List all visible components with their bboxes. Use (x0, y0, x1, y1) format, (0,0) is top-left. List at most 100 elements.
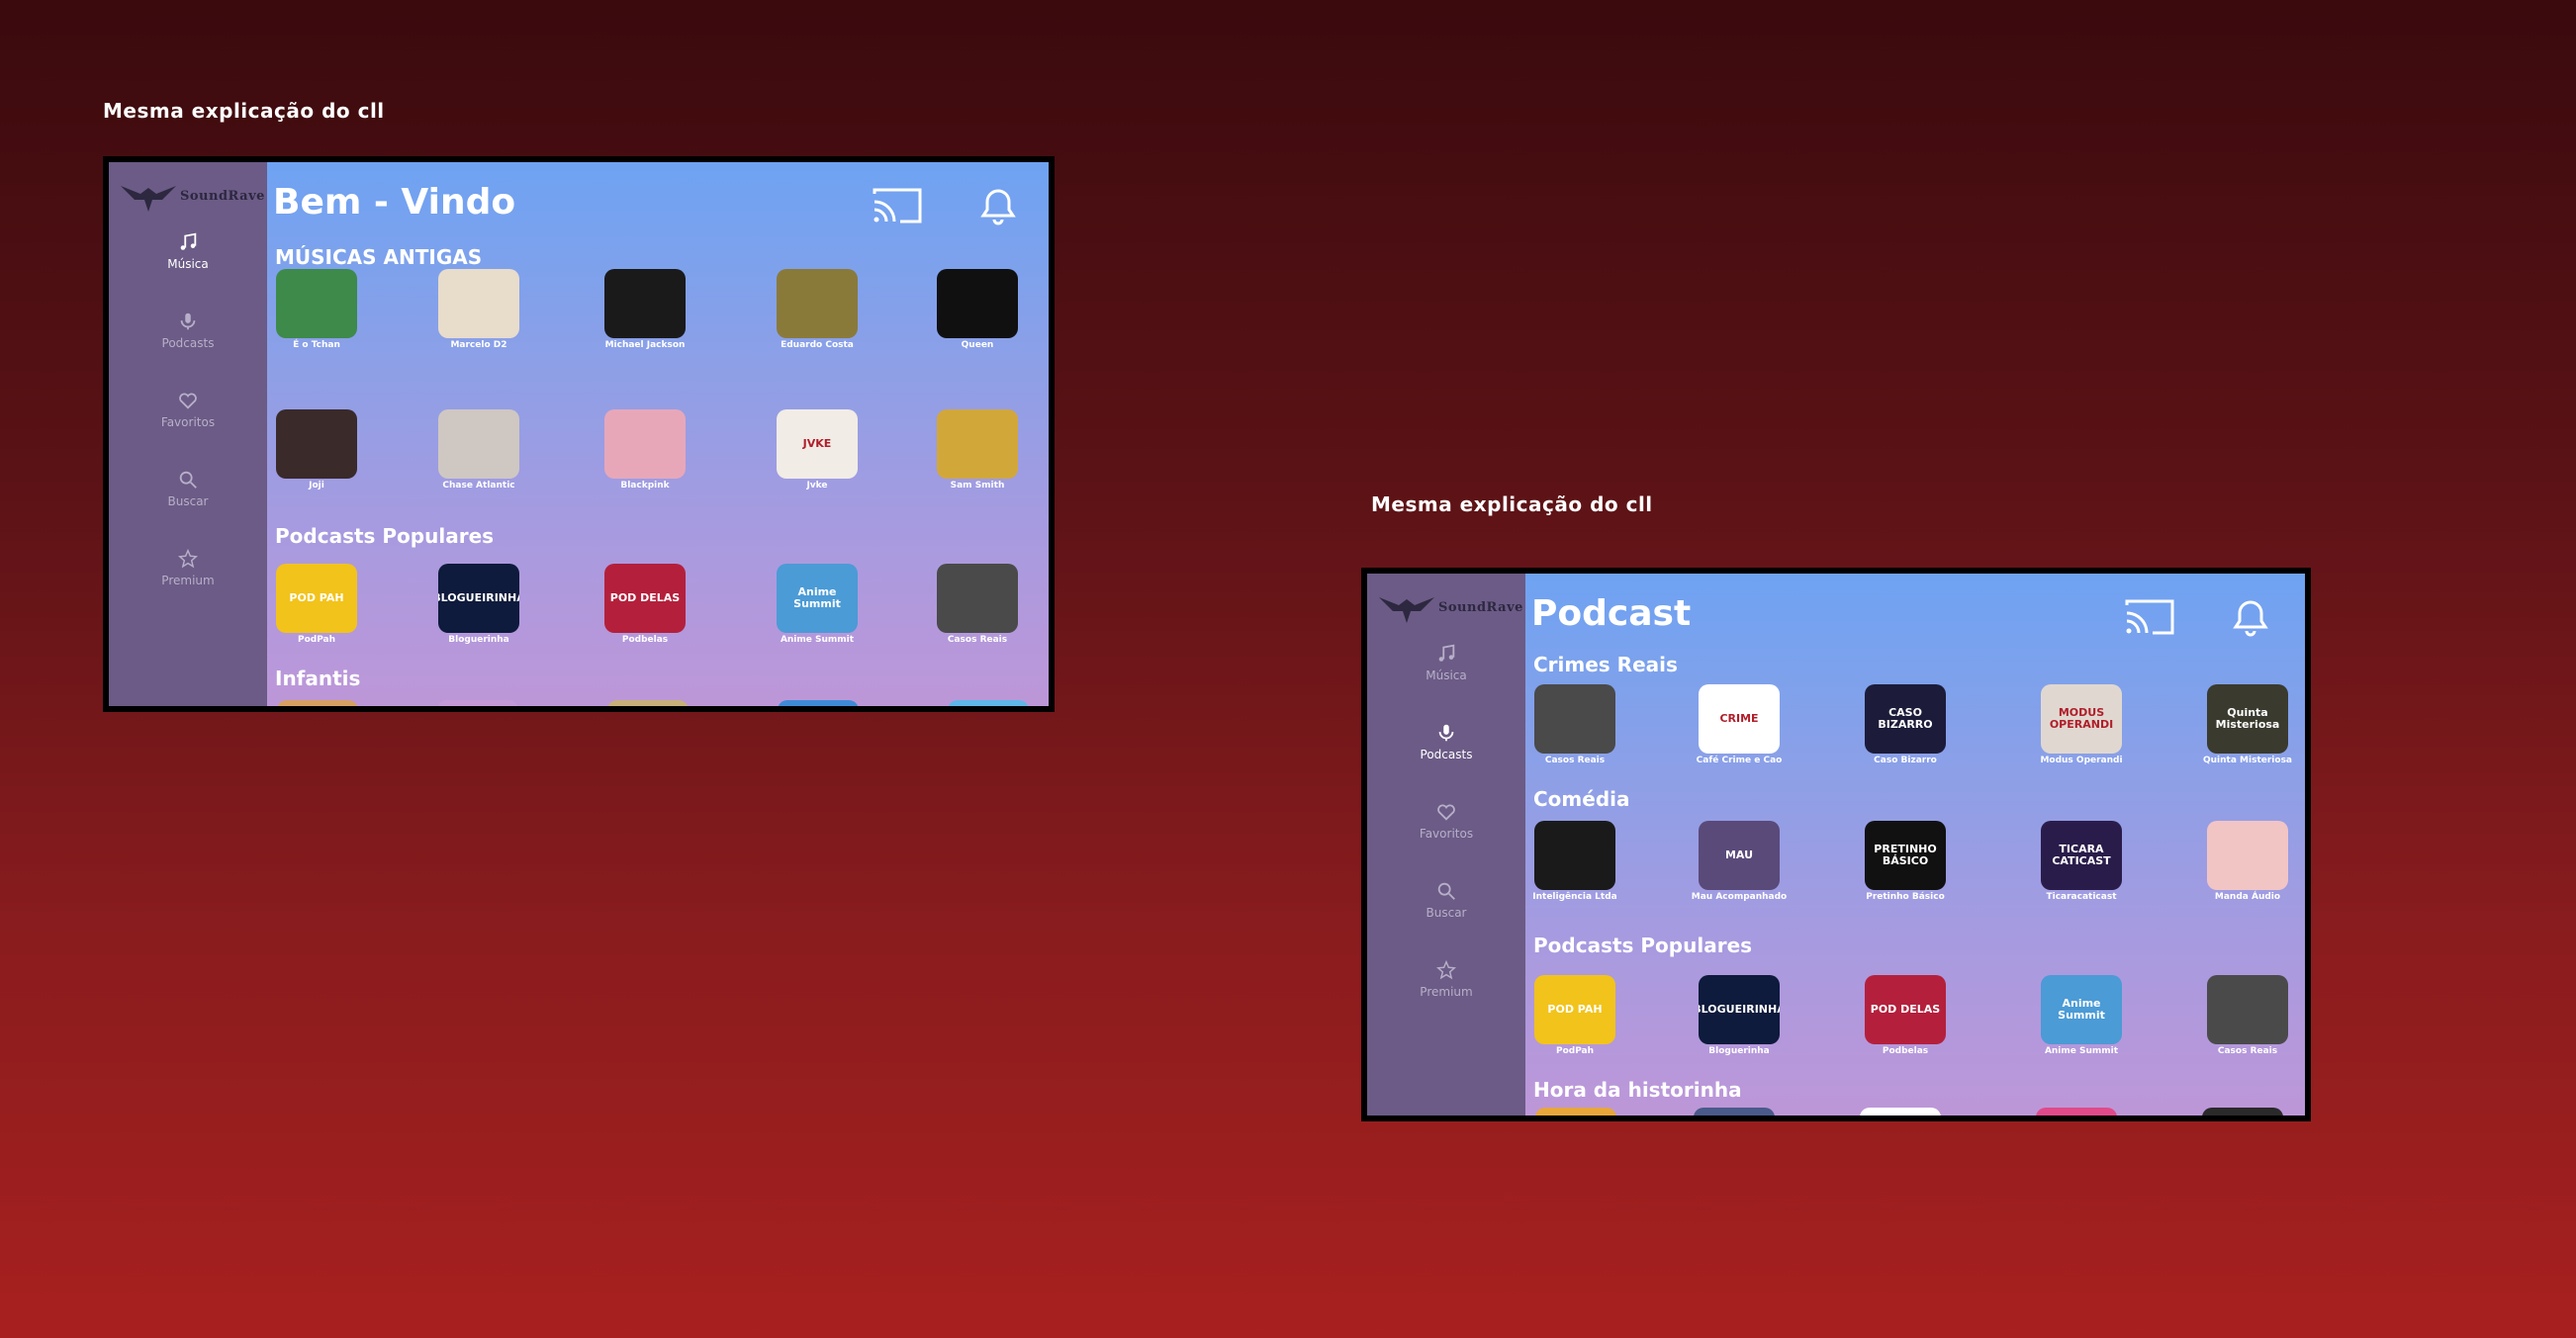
sidebar-item-premium[interactable]: Premium (109, 538, 267, 597)
card-label: Modus Operandi (2040, 756, 2123, 765)
cover-art: BLOGUEIRINHA (438, 564, 519, 633)
media-card[interactable]: TICARA CATICAST Ticaracaticast (2034, 821, 2129, 902)
section-title-hora-da-historinha: Hora da historinha (1533, 1078, 1742, 1102)
microphone-icon (180, 312, 196, 330)
sidebar-item-musica[interactable]: Música (109, 222, 267, 281)
media-card[interactable]: MODUS OPERANDI Modus Operandi (2034, 684, 2129, 765)
brand: SoundRave (1377, 587, 1525, 627)
sidebar-item-podcasts[interactable]: Podcasts (109, 301, 267, 360)
sidebar-item-musica[interactable]: Música (1367, 633, 1525, 692)
home-screen: SoundRave Música Podcasts Favoritos Busc… (103, 156, 1055, 712)
media-card[interactable]: POD DELAS Podbelas (1858, 975, 1953, 1056)
cover-text: CASO BIZARRO (1878, 705, 1933, 731)
cover-art (2207, 975, 2288, 1044)
section-title-comedia: Comédia (1533, 787, 1630, 811)
sidebar-item-label: Favoritos (160, 415, 216, 429)
card-label: Bloguerinha (1708, 1046, 1770, 1056)
brand: SoundRave (119, 176, 267, 216)
card-label: Jvke (806, 481, 828, 491)
card-label: Eduardo Costa (781, 340, 854, 350)
sidebar-item-podcasts[interactable]: Podcasts (1367, 712, 1525, 771)
card-label: Michael Jackson (604, 340, 686, 350)
media-card[interactable]: BLOGUEIRINHA Bloguerinha (431, 564, 526, 645)
media-card[interactable]: POD DELAS Podbelas (598, 564, 692, 645)
media-card[interactable]: CRIME Café Crime e Cao (1692, 684, 1787, 765)
sidebar-item-buscar[interactable]: Buscar (1367, 870, 1525, 930)
media-card[interactable]: Anime Summit Anime Summit (2034, 975, 2129, 1056)
sidebar-item-label: Favoritos (1419, 827, 1474, 841)
sidebar-item-label: Buscar (1426, 906, 1467, 920)
card-label: Casos Reais (2217, 1046, 2278, 1056)
card-label: Marcelo D2 (450, 340, 507, 350)
media-card[interactable]: Marcelo D2 (431, 269, 526, 350)
card-label: Anime Summit (780, 635, 855, 645)
sidebar-item-label: Premium (1420, 985, 1473, 999)
card-label: Joji (309, 481, 324, 491)
cast-icon[interactable] (871, 182, 924, 229)
cover-text: CRIME (1719, 711, 1759, 725)
media-card[interactable]: Joji (269, 409, 364, 491)
search-icon (1437, 882, 1455, 900)
media-card[interactable]: Queen (930, 269, 1025, 350)
cover-art (604, 269, 686, 338)
cover-art: CASO BIZARRO (1865, 684, 1946, 754)
card-label: Queen (961, 340, 994, 350)
media-card[interactable]: Manda Áudio (2200, 821, 2295, 902)
media-card[interactable]: Sam Smith (930, 409, 1025, 491)
card-label: Manda Áudio (2214, 892, 2281, 902)
cover-art: BLOGUEIRINHA (1699, 975, 1780, 1044)
cover-text: MODUS OPERANDI (2049, 705, 2114, 731)
media-card[interactable]: Chase Atlantic (431, 409, 526, 491)
media-card[interactable]: Anime Summit Anime Summit (770, 564, 865, 645)
sidebar-item-favoritos[interactable]: Favoritos (109, 380, 267, 439)
media-card[interactable]: Michael Jackson (598, 269, 692, 350)
media-card[interactable]: Eduardo Costa (770, 269, 865, 350)
cover-text: BLOGUEIRINHA (1699, 1002, 1780, 1016)
cover-art (1534, 821, 1615, 890)
cover-art: Anime Summit (2041, 975, 2122, 1044)
media-card[interactable]: POD PAH PodPah (1527, 975, 1622, 1056)
media-card[interactable]: BLOGUEIRINHA Bloguerinha (1692, 975, 1787, 1056)
section-title-crimes-reais: Crimes Reais (1533, 653, 1678, 676)
cover-text: POD PAH (289, 590, 344, 604)
cover-art: Anime Summit (777, 564, 858, 633)
cover-art (438, 269, 519, 338)
media-card[interactable]: Quinta Misteriosa Quinta Misteriosa (2200, 684, 2295, 765)
sidebar-item-premium[interactable]: Premium (1367, 949, 1525, 1009)
cover-text: POD DELAS (609, 590, 681, 604)
card-label: Ticaracaticast (2046, 892, 2117, 902)
media-card[interactable]: PRETINHO BÁSICO Pretinho Básico (1858, 821, 1953, 902)
cover-art: CRIME (1699, 684, 1780, 754)
sidebar-item-label: Buscar (167, 494, 209, 508)
cover-text: JVKE (802, 436, 832, 450)
cover-text: Quinta Misteriosa (2215, 705, 2280, 731)
media-card[interactable]: Casos Reais (2200, 975, 2295, 1056)
cast-icon[interactable] (2123, 593, 2176, 641)
sidebar: SoundRave Música Podcasts Favoritos Busc… (109, 162, 267, 706)
sidebar-item-buscar[interactable]: Buscar (109, 459, 267, 518)
media-card[interactable]: CASO BIZARRO Caso Bizarro (1858, 684, 1953, 765)
card-label: É o Tchan (293, 340, 340, 350)
star-icon (1435, 959, 1457, 980)
cover-text: BLOGUEIRINHA (438, 590, 519, 604)
card-label: PodPah (297, 635, 336, 645)
media-card[interactable]: Casos Reais (930, 564, 1025, 645)
media-card[interactable]: Inteligência Ltda (1527, 821, 1622, 902)
page-title: Bem - Vindo (273, 182, 516, 223)
media-card[interactable]: MAU Mau Acompanhado (1692, 821, 1787, 902)
heart-icon (1437, 804, 1455, 821)
card-label: Podbelas (1882, 1046, 1929, 1056)
card-label: Podbelas (621, 635, 669, 645)
media-card[interactable]: Casos Reais (1527, 684, 1622, 765)
media-card[interactable]: POD PAH PodPah (269, 564, 364, 645)
music-note-icon (1438, 644, 1455, 662)
media-card[interactable]: JVKE Jvke (770, 409, 865, 491)
sidebar-item-favoritos[interactable]: Favoritos (1367, 791, 1525, 850)
caption-left: Mesma explicação do cll (103, 99, 385, 123)
cover-art (2207, 821, 2288, 890)
cover-art: MAU (1699, 821, 1780, 890)
media-card[interactable]: É o Tchan (269, 269, 364, 350)
bell-icon[interactable] (971, 182, 1025, 229)
media-card[interactable]: Blackpink (598, 409, 692, 491)
bell-icon[interactable] (2224, 593, 2277, 641)
